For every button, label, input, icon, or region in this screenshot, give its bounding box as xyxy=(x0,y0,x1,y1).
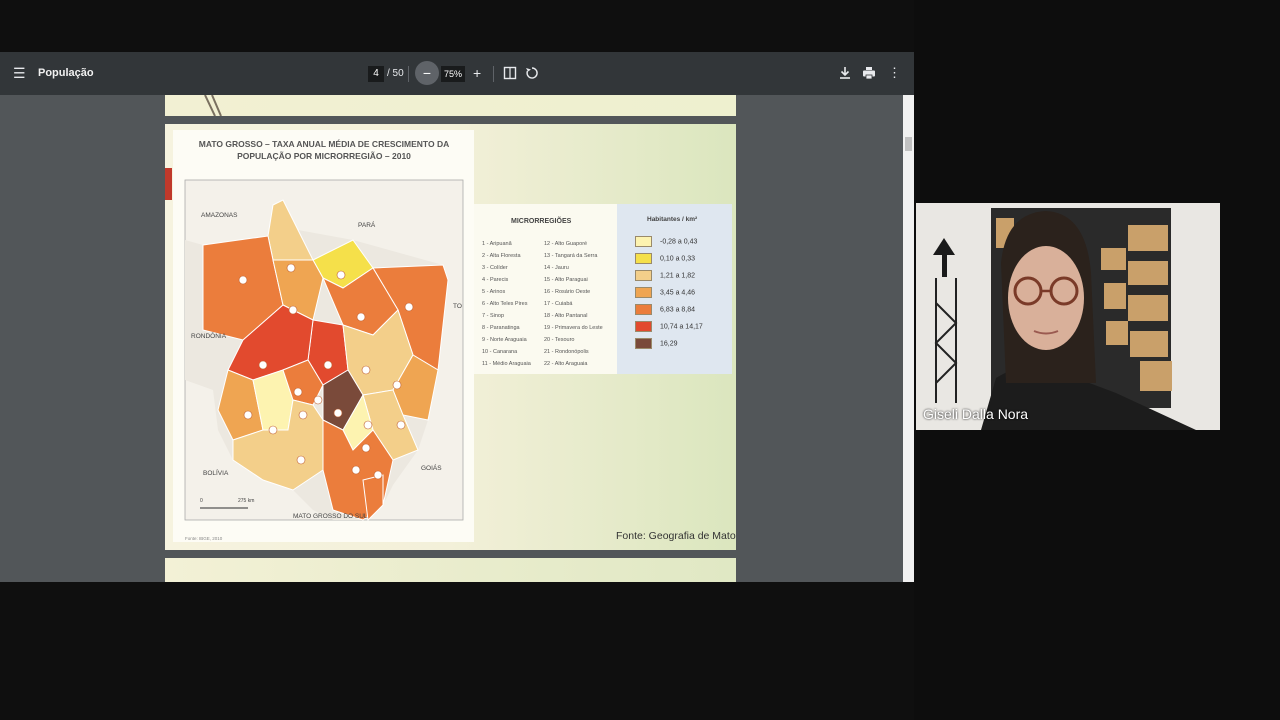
density-swatch xyxy=(635,338,652,349)
density-class-label: -0,28 a 0,43 xyxy=(660,238,698,246)
density-class-row: -0,28 a 0,43 xyxy=(635,236,697,247)
label-amazonas: AMAZONAS xyxy=(201,212,238,219)
participant-video-frame xyxy=(916,203,1220,430)
zoom-out-icon[interactable]: − xyxy=(415,61,439,85)
density-class-row: 10,74 a 14,17 xyxy=(635,321,703,332)
microregion-item: 13 - Tangará da Serra xyxy=(544,253,598,259)
print-icon[interactable] xyxy=(862,66,876,82)
page-total: / 50 xyxy=(387,68,404,79)
participant-name: Giseli Dalla Nora xyxy=(923,406,1029,422)
label-rondonia: RONDÔNIA xyxy=(191,331,227,340)
mato-grosso-map: AMAZONAS PARÁ TO RONDÔNIA BOLÍVIA GOIÁS … xyxy=(184,179,464,541)
next-page-edge xyxy=(165,558,736,582)
scale-km: 275 km xyxy=(238,498,254,504)
microregion-item: 7 - Sinop xyxy=(482,313,505,319)
label-mato-grosso-do-sul: MATO GROSSO DO SUL xyxy=(293,513,368,520)
page-ornament xyxy=(204,95,222,116)
screen-share: ☰ População 4 / 50 − 75% + ⋮ MATO GROSSO… xyxy=(0,0,914,720)
density-legend: Habitantes / km² -0,28 a 0,43 0,10 a 0,33… xyxy=(617,204,732,374)
scrollbar[interactable] xyxy=(903,95,914,582)
microregion-item: 14 - Jauru xyxy=(544,265,569,271)
document-title: População xyxy=(38,67,94,79)
fit-page-icon[interactable] xyxy=(503,66,517,82)
density-swatch xyxy=(635,321,652,332)
zoom-in-icon[interactable]: + xyxy=(473,66,481,80)
density-class-row: 1,21 a 1,82 xyxy=(635,270,695,281)
microregion-item: 18 - Alto Pantanal xyxy=(544,313,588,319)
microregion-item: 10 - Canarana xyxy=(482,349,518,355)
label-goias: GOIÁS xyxy=(421,463,442,472)
microregion-item: 22 - Alto Araguaia xyxy=(544,361,588,367)
microregion-item: 6 - Alto Teles Pires xyxy=(482,301,528,307)
density-swatch xyxy=(635,304,652,315)
density-title: Habitantes / km² xyxy=(647,216,698,223)
pdf-toolbar: ☰ População 4 / 50 − 75% + ⋮ xyxy=(0,52,914,95)
label-para: PARÁ xyxy=(358,220,376,229)
density-class-row: 16,29 xyxy=(635,338,678,349)
density-swatch xyxy=(635,236,652,247)
scrollbar-thumb[interactable] xyxy=(905,137,912,151)
map-source: Fonte: IBGE, 2010 xyxy=(185,536,223,541)
density-class-label: 6,83 a 8,84 xyxy=(660,306,696,314)
toolbar-divider xyxy=(493,66,494,82)
label-bolivia: BOLÍVIA xyxy=(203,468,229,477)
pdf-viewer: ☰ População 4 / 50 − 75% + ⋮ MATO GROSSO… xyxy=(0,52,914,582)
microregion-item: 11 - Médio Araguaia xyxy=(482,361,531,367)
current-page: MATO GROSSO – TAXA ANUAL MÉDIA DE CRESCI… xyxy=(165,124,736,550)
label-to: TO xyxy=(453,303,462,310)
menu-icon[interactable]: ☰ xyxy=(13,66,26,80)
more-vert-icon[interactable]: ⋮ xyxy=(888,66,901,80)
density-class-label: 16,29 xyxy=(660,340,678,348)
density-swatch xyxy=(635,287,652,298)
density-class-row: 6,83 a 8,84 xyxy=(635,304,695,315)
microregion-item: 1 - Aripuanã xyxy=(482,241,512,247)
density-swatch xyxy=(635,270,652,281)
scale-zero: 0 xyxy=(200,498,203,504)
microregion-item: 17 - Cuiabá xyxy=(544,301,573,307)
density-class-label: 1,21 a 1,82 xyxy=(660,272,696,280)
participant-video: Giseli Dalla Nora xyxy=(916,203,1220,430)
page-number-input[interactable]: 4 xyxy=(368,66,384,82)
slide-accent xyxy=(165,168,172,200)
toolbar-divider xyxy=(408,66,409,82)
microregion-item: 15 - Alto Paraguai xyxy=(544,277,588,283)
density-class-label: 3,45 a 4,46 xyxy=(660,289,696,297)
density-class-label: 0,10 a 0,33 xyxy=(660,255,696,263)
density-class-label: 10,74 a 14,17 xyxy=(660,323,703,331)
download-icon[interactable] xyxy=(838,66,852,82)
previous-page-edge xyxy=(165,95,736,116)
microregion-item: 5 - Arinos xyxy=(482,289,506,295)
microregion-item: 2 - Alta Floresta xyxy=(482,253,521,259)
density-class-row: 3,45 a 4,46 xyxy=(635,287,695,298)
density-class-row: 0,10 a 0,33 xyxy=(635,253,695,264)
rotate-icon[interactable] xyxy=(525,66,539,82)
microregion-item: 21 - Rondonópolis xyxy=(544,349,589,355)
map-figure: MATO GROSSO – TAXA ANUAL MÉDIA DE CRESCI… xyxy=(173,130,474,542)
microregion-item: 3 - Colíder xyxy=(482,265,508,271)
microregion-item: 20 - Tesouro xyxy=(544,337,575,343)
microregion-item: 4 - Parecis xyxy=(482,277,509,283)
density-swatch xyxy=(635,253,652,264)
microregion-item: 19 - Primavera do Leste xyxy=(544,325,603,331)
microregion-item: 12 - Alto Guaporé xyxy=(544,241,588,247)
microregion-item: 16 - Rosário Oeste xyxy=(544,289,591,295)
microregions-title: MICRORREGIÕES xyxy=(511,218,572,225)
slide-source: Fonte: Geografia de Mato xyxy=(616,530,736,542)
microregion-item: 8 - Paranatinga xyxy=(482,325,520,331)
legend-panel: MICRORREGIÕES 1 - Aripuanã 2 - Alta Flore… xyxy=(474,204,732,374)
microregion-item: 9 - Norte Araguaia xyxy=(482,337,527,343)
zoom-input[interactable]: 75% xyxy=(441,66,465,82)
